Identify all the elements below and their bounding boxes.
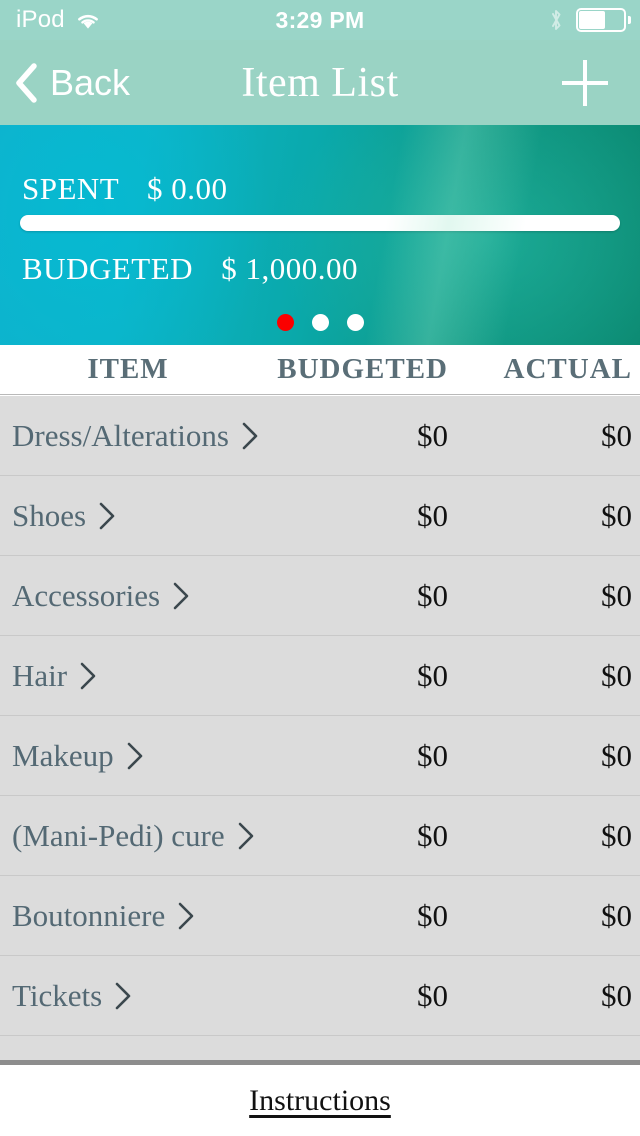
table-row[interactable]: Hair $0 $0: [0, 636, 640, 716]
budgeted-amount: $ 1,000.00: [221, 251, 359, 286]
row-item-label: Boutonniere: [12, 897, 166, 933]
row-item-label: Hair: [12, 657, 68, 693]
page-title: Item List: [241, 59, 399, 106]
spent-amount: $ 0.00: [146, 171, 228, 206]
chevron-right-icon: [98, 502, 116, 530]
row-budgeted-cell: $0: [417, 417, 448, 453]
row-actual-cell: $0: [601, 897, 632, 933]
row-budgeted-cell: $0: [417, 977, 448, 1013]
spent-progress-bar: [20, 215, 620, 231]
row-actual-cell: $0: [601, 977, 632, 1013]
row-actual-cell: $0: [601, 497, 632, 533]
table-row[interactable]: [0, 1036, 640, 1060]
chevron-right-icon: [126, 742, 144, 770]
status-bar: iPod 3:29 PM: [0, 0, 640, 40]
item-list[interactable]: Dress/Alterations $0 $0 Shoes $0 $0 Accessorie…: [0, 396, 640, 1060]
row-budgeted-cell: $0: [417, 657, 448, 693]
row-actual-cell: $0: [601, 817, 632, 853]
status-bar-right: [440, 8, 640, 32]
row-item-cell: Shoes: [0, 498, 256, 534]
table-row[interactable]: Dress/Alterations $0 $0: [0, 396, 640, 476]
plus-icon: [562, 59, 608, 106]
row-budgeted-cell: $0: [417, 817, 448, 853]
row-item-cell: Makeup: [0, 738, 256, 774]
wifi-icon: [75, 11, 101, 30]
spent-label: SPENT: [22, 171, 119, 206]
battery-icon: [576, 8, 631, 32]
row-item-cell: Dress/Alterations: [0, 417, 258, 454]
budgeted-row: BUDGETED $ 1,000.00: [22, 253, 358, 284]
page-indicator[interactable]: [0, 314, 640, 331]
row-budgeted-cell: $0: [417, 497, 448, 533]
row-item-label: (Mani-Pedi) cure: [12, 817, 225, 853]
row-item-label: Accessories: [12, 577, 161, 613]
row-item-label: Makeup: [12, 737, 114, 773]
app-screen: iPod 3:29 PM Back Item List SPENT $ 0.00…: [0, 0, 640, 1136]
chevron-right-icon: [79, 662, 97, 690]
row-actual-cell: $0: [601, 417, 632, 453]
column-header-actual: ACTUAL: [503, 353, 632, 385]
table-row[interactable]: Boutonniere $0 $0: [0, 876, 640, 956]
row-item-label: Dress/Alterations: [12, 417, 229, 453]
table-row[interactable]: Tickets $0 $0: [0, 956, 640, 1036]
table-row[interactable]: (Mani-Pedi) cure $0 $0: [0, 796, 640, 876]
back-button[interactable]: Back: [0, 61, 210, 103]
status-bar-left: iPod: [0, 8, 200, 32]
chevron-right-icon: [237, 822, 255, 850]
row-item-cell: Boutonniere: [0, 898, 256, 934]
column-header-item: ITEM: [87, 353, 169, 385]
row-budgeted-cell: $0: [417, 577, 448, 613]
table-row[interactable]: Makeup $0 $0: [0, 716, 640, 796]
row-item-label: Tickets: [12, 977, 103, 1013]
row-item-cell: Hair: [0, 658, 256, 694]
row-budgeted-cell: $0: [417, 737, 448, 773]
chevron-right-icon: [114, 982, 132, 1010]
back-button-label: Back: [50, 61, 131, 103]
instructions-link[interactable]: Instructions: [249, 1084, 391, 1118]
table-row[interactable]: Accessories $0 $0: [0, 556, 640, 636]
page-dot-3[interactable]: [346, 314, 364, 331]
row-item-cell: Accessories: [0, 578, 256, 614]
row-item-cell: (Mani-Pedi) cure: [0, 818, 256, 854]
chevron-left-icon: [14, 62, 40, 103]
table-header: ITEM BUDGETED ACTUAL: [0, 345, 640, 395]
budgeted-label: BUDGETED: [22, 251, 194, 286]
bluetooth-icon: [548, 8, 564, 32]
row-actual-cell: $0: [601, 737, 632, 773]
spent-row: SPENT $ 0.00: [22, 173, 227, 204]
page-dot-2[interactable]: [311, 314, 329, 331]
row-item-cell: Tickets: [0, 978, 256, 1014]
row-actual-cell: $0: [601, 657, 632, 693]
add-item-button[interactable]: [430, 59, 640, 106]
chevron-right-icon: [172, 582, 190, 610]
status-bar-clock: 3:29 PM: [275, 6, 365, 33]
table-row[interactable]: Shoes $0 $0: [0, 476, 640, 556]
row-item-label: Shoes: [12, 497, 87, 533]
row-budgeted-cell: $0: [417, 897, 448, 933]
budget-summary-banner: SPENT $ 0.00 BUDGETED $ 1,000.00: [0, 125, 640, 345]
row-actual-cell: $0: [601, 577, 632, 613]
footer-bar: Instructions: [0, 1060, 640, 1136]
chevron-right-icon: [177, 902, 195, 930]
carrier-label: iPod: [16, 6, 65, 33]
navigation-bar: Back Item List: [0, 40, 640, 125]
column-header-budgeted: BUDGETED: [277, 353, 448, 385]
page-dot-1[interactable]: [276, 314, 294, 331]
